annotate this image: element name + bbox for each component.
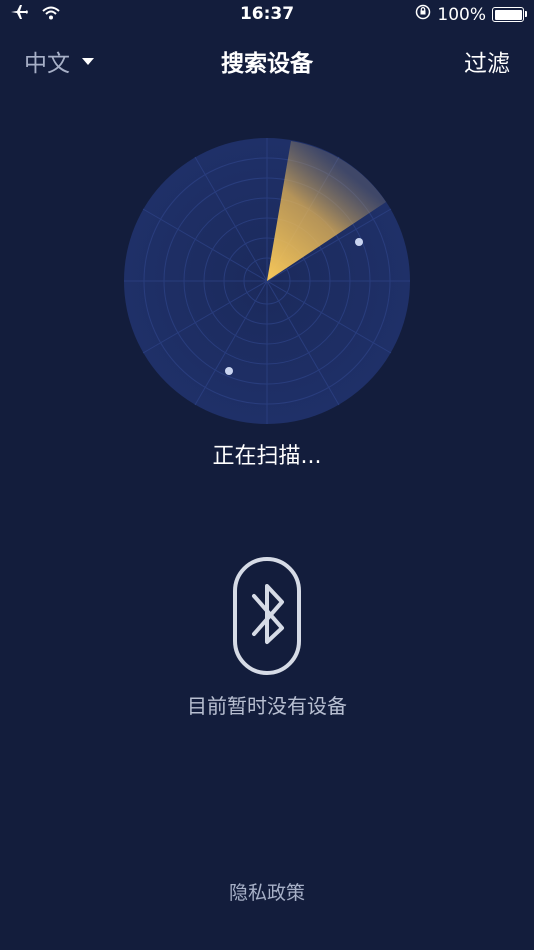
filter-button[interactable]: 过滤 xyxy=(464,44,510,78)
orientation-lock-icon xyxy=(415,4,431,25)
radar-dot xyxy=(225,367,233,375)
bluetooth-icon xyxy=(232,556,302,676)
status-bar: 16:37 100% xyxy=(0,0,534,30)
battery-percent: 100% xyxy=(437,4,486,25)
nav-bar: 中文 搜索设备 过滤 xyxy=(0,40,534,84)
battery-icon xyxy=(492,7,527,22)
empty-message: 目前暂时没有设备 xyxy=(187,694,347,718)
radar-dot xyxy=(355,238,363,246)
page-title: 搜索设备 xyxy=(221,51,313,77)
scanning-status: 正在扫描... xyxy=(212,444,322,469)
privacy-policy-link[interactable]: 隐私政策 xyxy=(0,878,534,905)
radar-scanner xyxy=(123,137,411,425)
